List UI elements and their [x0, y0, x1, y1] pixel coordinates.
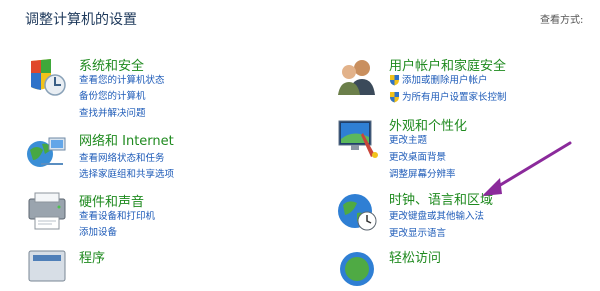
category-title-clock-language-region[interactable]: 时钟、语言和区域 [389, 189, 493, 208]
category-ease-of-access: 轻松访问 [335, 247, 595, 286]
category-title-network-internet[interactable]: 网络和 Internet [79, 130, 174, 149]
link-change-theme[interactable]: 更改主题 [389, 132, 427, 146]
hardware-sound-icon [28, 192, 66, 230]
link-change-display-language[interactable]: 更改显示语言 [389, 225, 446, 239]
category-user-accounts: 用户帐户和家庭安全 添加或删除用户帐户 为所有用户设置家长控制 [335, 55, 595, 105]
link-view-computer-status[interactable]: 查看您的计算机状态 [79, 72, 165, 86]
category-title-programs[interactable]: 程序 [79, 247, 105, 266]
link-add-device[interactable]: 添加设备 [79, 224, 117, 238]
category-clock-language-region: 时钟、语言和区域 更改键盘或其他输入法 更改显示语言 [335, 189, 595, 239]
link-add-remove-user-accounts[interactable]: 添加或删除用户帐户 [402, 72, 488, 86]
category-programs: 程序 [25, 247, 285, 282]
programs-icon [28, 250, 66, 282]
uac-shield-icon [390, 75, 399, 86]
category-network-internet: 网络和 Internet 查看网络状态和任务 选择家庭组和共享选项 [25, 130, 285, 180]
category-title-ease-of-access[interactable]: 轻松访问 [389, 247, 441, 266]
appearance-icon [338, 120, 378, 158]
link-change-keyboard-input[interactable]: 更改键盘或其他输入法 [389, 208, 484, 222]
network-internet-icon [27, 137, 66, 167]
link-homegroup-sharing[interactable]: 选择家庭组和共享选项 [79, 166, 174, 180]
page-title: 调整计算机的设置 [25, 12, 137, 28]
view-by-label: 查看方式: [540, 15, 584, 26]
link-parental-controls[interactable]: 为所有用户设置家长控制 [402, 89, 507, 103]
category-system-security: 系统和安全 查看您的计算机状态 备份您的计算机 查找并解决问题 [25, 55, 285, 119]
uac-shield-icon [390, 92, 399, 103]
link-backup-computer[interactable]: 备份您的计算机 [79, 88, 146, 102]
category-appearance: 外观和个性化 更改主题 更改桌面背景 调整屏幕分辨率 [335, 115, 595, 180]
clock-language-region-icon [338, 194, 377, 231]
system-security-icon [31, 59, 66, 96]
link-find-fix-problems[interactable]: 查找并解决问题 [79, 105, 146, 119]
link-devices-printers[interactable]: 查看设备和打印机 [79, 208, 155, 222]
link-change-desktop-background[interactable]: 更改桌面背景 [389, 149, 446, 163]
link-view-network-status[interactable]: 查看网络状态和任务 [79, 150, 165, 164]
user-accounts-icon [338, 60, 375, 95]
ease-of-access-icon [340, 252, 374, 286]
link-adjust-screen-resolution[interactable]: 调整屏幕分辨率 [389, 166, 456, 180]
category-hardware-sound: 硬件和声音 查看设备和打印机 添加设备 [25, 191, 285, 241]
